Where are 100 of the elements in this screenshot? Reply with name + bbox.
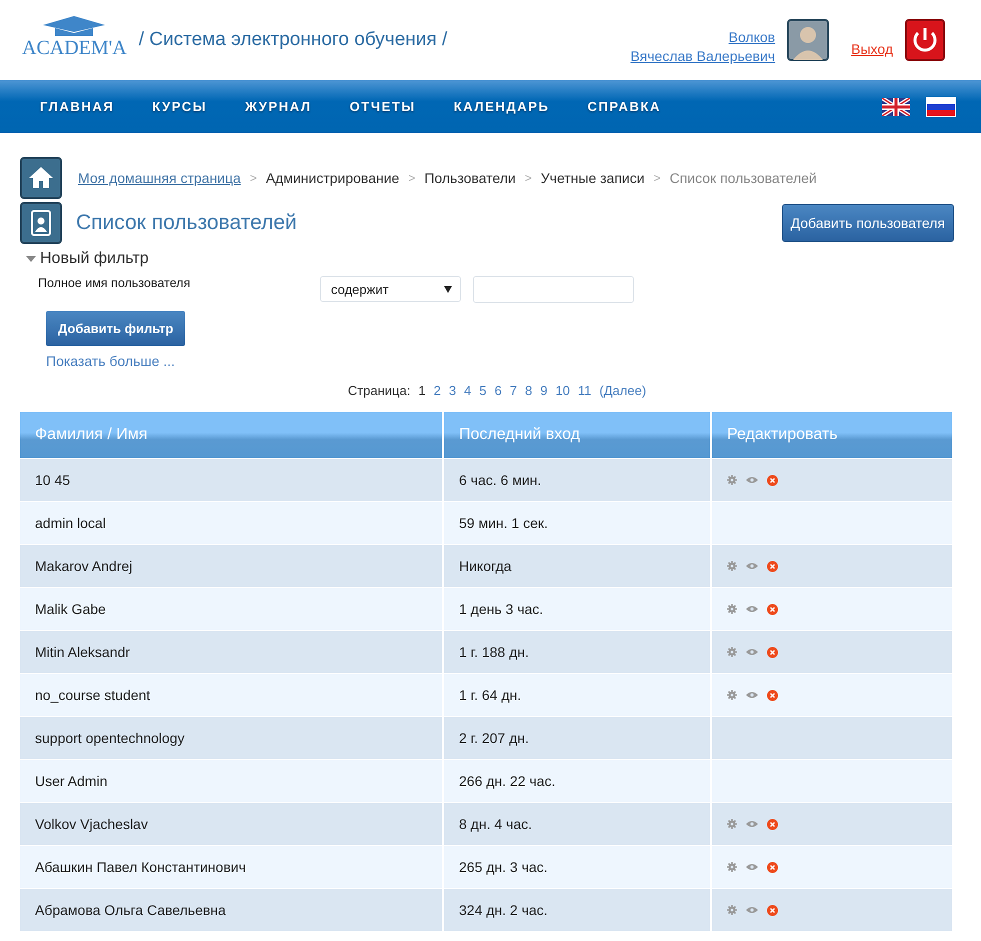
column-header: Последний вход <box>443 412 711 458</box>
page-link[interactable]: 10 <box>555 383 570 398</box>
avatar-icon[interactable] <box>787 19 830 61</box>
table-cell: Malik Gabe <box>20 588 443 630</box>
russia-flag-icon[interactable] <box>926 96 956 116</box>
user-name-link[interactable]: Волков <box>728 28 776 47</box>
settings-icon[interactable] <box>727 905 737 915</box>
table-cell: Абашкин Павел Константинович <box>20 846 443 888</box>
eye-icon[interactable] <box>746 863 758 871</box>
delete-icon[interactable] <box>767 560 778 572</box>
page-link[interactable]: 11 <box>578 383 592 398</box>
settings-icon[interactable] <box>727 862 737 872</box>
settings-icon[interactable] <box>727 475 737 485</box>
table-cell: Volkov Vjacheslav <box>20 802 443 846</box>
table-cell: 2 г. 207 дн. <box>443 716 711 760</box>
eye-icon[interactable] <box>746 605 758 613</box>
page-link[interactable]: 6 <box>494 383 502 398</box>
collapse-triangle-icon[interactable] <box>26 255 36 263</box>
column-header: Фамилия / Имя <box>20 412 443 458</box>
settings-icon[interactable] <box>727 819 737 829</box>
table-cell: Никогда <box>443 544 711 588</box>
delete-icon[interactable] <box>767 690 778 700</box>
add-user-button[interactable]: Добавить пользователя <box>782 204 954 242</box>
table-cell: 1 г. 64 дн. <box>443 674 711 716</box>
table-cell: Mitin Aleksandr <box>20 630 443 674</box>
table-cell: 266 дн. 22 час. <box>443 760 711 802</box>
eye-icon[interactable] <box>746 906 758 914</box>
breadcrumb-item[interactable]: Учетные записи <box>540 170 645 186</box>
page-link[interactable]: 3 <box>448 383 456 398</box>
table-cell: 1 г. 188 дн. <box>443 630 711 674</box>
breadcrumb-item[interactable]: Список пользователей <box>670 170 817 186</box>
settings-icon[interactable] <box>727 647 737 657</box>
filter-label: Полное имя пользователя <box>38 276 192 290</box>
eye-icon[interactable] <box>746 820 758 828</box>
user-card-icon <box>20 202 62 244</box>
table-cell: User Admin <box>20 760 443 802</box>
pagination-label: Страница: <box>348 383 410 398</box>
settings-icon[interactable] <box>727 690 737 700</box>
page-link[interactable]: 5 <box>479 383 487 398</box>
nav-item[interactable]: ЖУРНАЛ <box>245 99 312 114</box>
nav-item[interactable]: КАЛЕНДАРЬ <box>454 99 550 114</box>
table-cell: Makarov Andrej <box>20 544 443 588</box>
eye-icon[interactable] <box>746 562 758 570</box>
delete-icon[interactable] <box>767 818 778 830</box>
breadcrumb-item[interactable]: Моя домашняя страница <box>78 170 241 186</box>
breadcrumb-separator: > <box>654 171 661 185</box>
logo[interactable]: ACADEM'A <box>22 16 127 58</box>
logout-link[interactable]: Выход <box>851 41 893 57</box>
settings-icon[interactable] <box>727 561 737 571</box>
page-link[interactable]: 4 <box>464 383 472 398</box>
user-name-link[interactable]: Вячеслав Валерьевич <box>630 47 776 66</box>
filter-value-input[interactable] <box>473 276 634 303</box>
nav-item[interactable]: КУРСЫ <box>152 99 208 114</box>
nav-item[interactable]: СПРАВКА <box>587 99 662 114</box>
page-link[interactable]: 7 <box>510 383 517 398</box>
delete-icon[interactable] <box>767 474 778 486</box>
page-title: Список пользователей <box>76 211 298 235</box>
graduation-cap-icon <box>43 16 106 38</box>
eye-icon[interactable] <box>746 476 758 484</box>
table-cell: 1 день 3 час. <box>443 588 711 630</box>
delete-icon[interactable] <box>767 862 778 872</box>
breadcrumb-item[interactable]: Пользователи <box>424 170 516 186</box>
table-cell: 324 дн. 2 час. <box>443 888 711 931</box>
next-page-link[interactable]: (Далее) <box>599 383 646 398</box>
eye-icon[interactable] <box>746 691 758 699</box>
column-header: Редактировать <box>711 412 953 458</box>
site-title: / Система электронного обучения / <box>138 29 448 51</box>
breadcrumb-separator: > <box>524 171 532 185</box>
page-link[interactable]: 2 <box>434 383 441 398</box>
table-cell: Абрамова Ольга Савельевна <box>20 888 443 931</box>
uk-flag-icon[interactable] <box>882 98 910 116</box>
nav-item[interactable]: ГЛАВНАЯ <box>40 99 114 114</box>
page-link[interactable]: 8 <box>524 383 532 398</box>
table-cell: 6 час. 6 мин. <box>443 458 711 502</box>
add-filter-button[interactable]: Добавить фильтр <box>46 311 186 346</box>
table-cell: 10 45 <box>20 458 443 502</box>
table-cell: no_course student <box>20 674 443 716</box>
home-icon[interactable] <box>20 157 62 199</box>
breadcrumb-separator: > <box>408 171 416 185</box>
table-cell: support opentechnology <box>20 716 443 760</box>
table-cell: 8 дн. 4 час. <box>443 802 711 846</box>
dropdown-arrow-icon <box>444 286 452 292</box>
settings-icon[interactable] <box>727 604 737 614</box>
page-link[interactable]: 1 <box>418 383 426 398</box>
filter-title[interactable]: Новый фильтр <box>40 250 149 268</box>
table-cell: 265 дн. 3 час. <box>443 846 711 888</box>
breadcrumb-item[interactable]: Администрирование <box>266 170 400 186</box>
show-more-link[interactable]: Показать больше ... <box>46 353 954 369</box>
power-icon[interactable] <box>905 19 945 61</box>
operator-dropdown[interactable]: содержит <box>320 276 461 302</box>
table-cell: admin local <box>20 502 443 544</box>
breadcrumb-separator: > <box>250 171 257 185</box>
table-cell: 59 мин. 1 сек. <box>443 502 711 544</box>
delete-icon[interactable] <box>767 646 778 658</box>
nav-item[interactable]: ОТЧЕТЫ <box>350 99 416 114</box>
delete-icon[interactable] <box>767 604 778 614</box>
page-link[interactable]: 9 <box>540 383 548 398</box>
logo-text: ACADEM'A <box>22 38 127 58</box>
delete-icon[interactable] <box>767 904 778 916</box>
eye-icon[interactable] <box>746 648 758 656</box>
